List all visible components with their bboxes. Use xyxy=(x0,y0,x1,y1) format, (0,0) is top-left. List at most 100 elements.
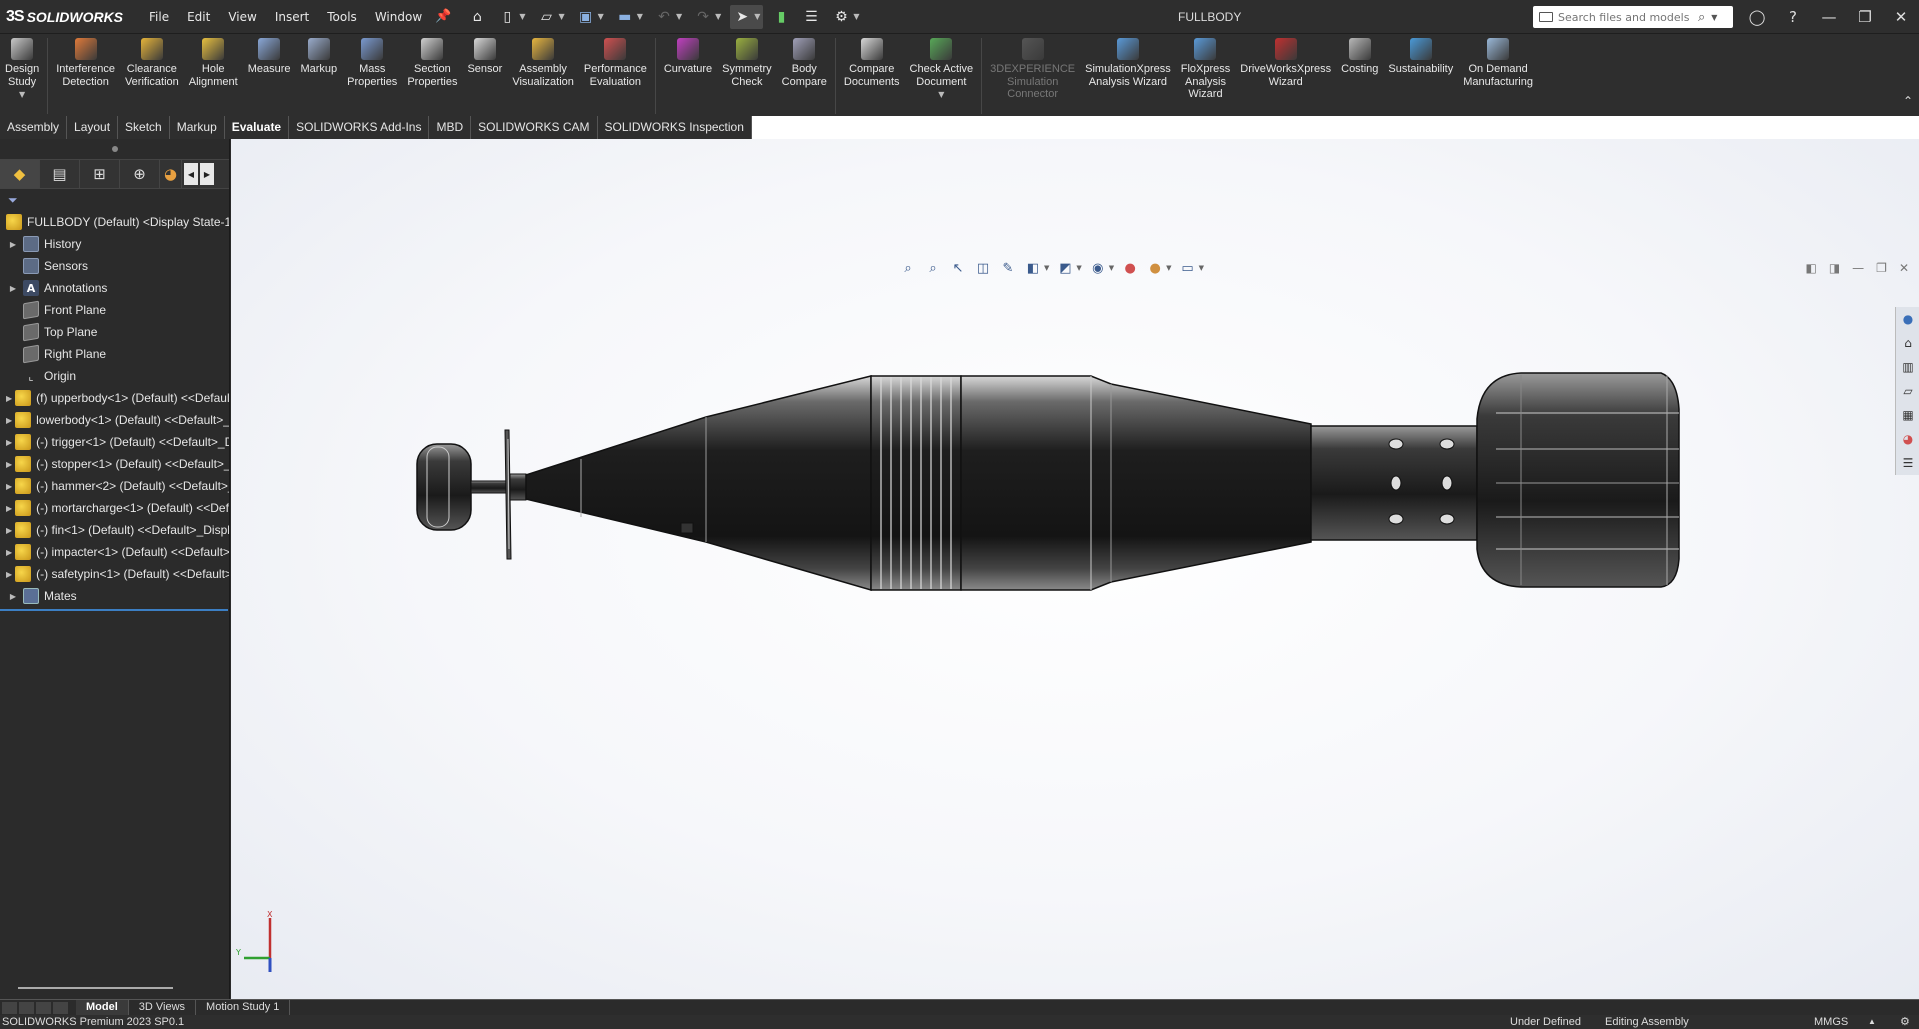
curvature-button[interactable]: Curvature xyxy=(659,38,717,76)
tab-evaluate[interactable]: Evaluate xyxy=(224,116,290,139)
tab-layout[interactable]: Layout xyxy=(67,116,119,139)
zoom-to-fit-icon[interactable]: ⌕ xyxy=(899,259,917,277)
tree-item[interactable]: Front Plane xyxy=(0,299,229,321)
tree-item[interactable]: ▶ Mates xyxy=(0,585,229,607)
tree-item[interactable]: Right Plane xyxy=(0,343,229,365)
floxpress-button[interactable]: FloXpress Analysis Wizard xyxy=(1176,38,1236,101)
tree-filter[interactable]: ⏷ xyxy=(0,189,229,211)
tile-view-icon[interactable]: ◨ xyxy=(1829,261,1840,275)
chevron-down-icon[interactable]: ▼ xyxy=(19,90,25,99)
tab-solidworks-inspection[interactable]: SOLIDWORKS Inspection xyxy=(597,116,752,139)
tree-item[interactable]: ▶ History xyxy=(0,233,229,255)
tree-item[interactable]: ▶ A Annotations xyxy=(0,277,229,299)
measure-button[interactable]: Measure xyxy=(243,38,296,76)
tree-item[interactable]: ▶ (-) fin<1> (Default) <<Default>_Display… xyxy=(0,519,229,541)
ribbed-band[interactable] xyxy=(870,375,962,591)
design-library-icon[interactable]: ▥ xyxy=(1896,355,1919,379)
chevron-down-icon[interactable]: ▼ xyxy=(1711,13,1717,22)
tree-item[interactable]: ▶ (-) safetypin<1> (Default) <<Default>_D… xyxy=(0,563,229,585)
chevron-down-icon[interactable]: ▼ xyxy=(558,12,564,21)
configuration-manager-tab[interactable]: ⊞ xyxy=(80,160,120,188)
chevron-down-icon[interactable]: ▼ xyxy=(853,12,859,21)
expand-arrow-icon[interactable]: ▶ xyxy=(6,526,12,535)
check-active-document-button[interactable]: Check Active Document ▼ xyxy=(905,38,979,99)
simulationxpress-button[interactable]: SimulationXpress Analysis Wizard xyxy=(1080,38,1176,88)
chevron-down-icon[interactable]: ▼ xyxy=(598,12,604,21)
tab-assembly[interactable]: Assembly xyxy=(0,116,68,139)
new-document-button[interactable]: ▯ ▼ xyxy=(495,5,528,29)
fin-part[interactable] xyxy=(1476,372,1680,588)
home-button[interactable]: ⌂ xyxy=(465,5,489,29)
restore-icon[interactable]: ❐ xyxy=(1847,8,1883,26)
viewport-minimize-icon[interactable]: — xyxy=(1852,261,1864,275)
chevron-down-icon[interactable]: ▼ xyxy=(1109,264,1114,272)
expand-arrow-icon[interactable]: ▶ xyxy=(6,460,12,469)
solidworks-resources-icon[interactable]: ● xyxy=(1896,307,1919,331)
search-input[interactable] xyxy=(1558,10,1698,24)
property-manager-tab[interactable]: ▤ xyxy=(40,160,80,188)
chevron-down-icon[interactable]: ▼ xyxy=(1166,264,1171,272)
file-explorer-icon[interactable]: ▱ xyxy=(1896,379,1919,403)
help-icon[interactable]: ? xyxy=(1775,8,1811,26)
tab-solidworks-add-ins[interactable]: SOLIDWORKS Add-Ins xyxy=(289,116,430,139)
body-compare-button[interactable]: Body Compare xyxy=(777,38,832,88)
redo-button[interactable]: ↷ ▼ xyxy=(691,5,724,29)
tab-first-icon[interactable] xyxy=(2,1001,17,1014)
assembly-visualization-button[interactable]: Assembly Visualization xyxy=(507,38,579,88)
section-properties-button[interactable]: Section Properties xyxy=(402,38,462,88)
tree-item[interactable]: ▶ (-) stopper<1> (Default) <<Default>_Dis… xyxy=(0,453,229,475)
tab-next-icon[interactable] xyxy=(36,1001,51,1014)
costing-button[interactable]: Costing xyxy=(1336,38,1383,76)
zoom-to-area-icon[interactable]: ⌕ xyxy=(924,259,942,277)
tab-solidworks-cam[interactable]: SOLIDWORKS CAM xyxy=(471,116,598,139)
viewport-close-icon[interactable]: ✕ xyxy=(1899,261,1909,275)
status-settings-icon[interactable]: ⚙ xyxy=(1900,1015,1910,1029)
tree-item[interactable]: ▶ (-) impacter<1> (Default) <<Default>_Di… xyxy=(0,541,229,563)
tree-item[interactable]: Top Plane xyxy=(0,321,229,343)
search-box[interactable]: ⌕ ▼ xyxy=(1533,6,1733,28)
display-manager-tab[interactable]: ◕ xyxy=(160,160,182,188)
tree-item[interactable]: ▶ (-) mortarcharge<1> (Default) <<Default… xyxy=(0,497,229,519)
hole-alignment-button[interactable]: Hole Alignment xyxy=(184,38,243,88)
expand-arrow-icon[interactable]: ▶ xyxy=(6,570,12,579)
chevron-down-icon[interactable]: ▼ xyxy=(754,12,760,21)
expand-arrow-icon[interactable]: ▶ xyxy=(6,482,12,491)
expand-arrow-icon[interactable]: ▶ xyxy=(6,240,20,249)
tree-item[interactable]: ⌞ Origin xyxy=(0,365,229,387)
dimxpert-manager-tab[interactable]: ⊕ xyxy=(120,160,160,188)
chevron-down-icon[interactable]: ▼ xyxy=(1044,264,1049,272)
3dexperience-button[interactable]: 3DEXPERIENCE Simulation Connector xyxy=(985,38,1080,101)
expand-arrow-icon[interactable]: ▶ xyxy=(6,504,12,513)
edit-appearance-icon[interactable]: ● xyxy=(1121,259,1139,277)
appearances-icon[interactable]: ◕ xyxy=(1896,427,1919,451)
view-settings-icon[interactable]: ▭ xyxy=(1179,259,1197,277)
mortarcharge-part[interactable] xyxy=(1310,425,1478,541)
tab-prev-icon[interactable] xyxy=(19,1001,34,1014)
driveworksxpress-button[interactable]: DriveWorksXpress Wizard xyxy=(1235,38,1336,88)
save-button[interactable]: ▣ ▼ xyxy=(574,5,607,29)
user-icon[interactable]: ◯ xyxy=(1739,8,1775,26)
panel-tab-left-arrow[interactable]: ◀ xyxy=(184,163,198,185)
pin-icon[interactable]: 📌 xyxy=(435,0,451,34)
expand-arrow-icon[interactable]: ▶ xyxy=(6,416,12,425)
chevron-up-icon[interactable]: ▲ xyxy=(1868,1015,1876,1029)
previous-view-icon[interactable]: ↖ xyxy=(949,259,967,277)
undo-button[interactable]: ↶ ▼ xyxy=(652,5,685,29)
expand-arrow-icon[interactable]: ▶ xyxy=(6,394,12,403)
chevron-down-icon[interactable]: ▼ xyxy=(676,12,682,21)
home-tab-icon[interactable]: ⌂ xyxy=(1896,331,1919,355)
clearance-verification-button[interactable]: Clearance Verification xyxy=(120,38,184,88)
mass-properties-button[interactable]: Mass Properties xyxy=(342,38,402,88)
hide-show-items-icon[interactable]: ◉ xyxy=(1089,259,1107,277)
impacter-part[interactable] xyxy=(416,443,472,531)
custom-properties-icon[interactable]: ☰ xyxy=(1896,451,1919,475)
chevron-down-icon[interactable]: ▼ xyxy=(1076,264,1081,272)
menu-insert[interactable]: Insert xyxy=(266,0,318,34)
sustainability-button[interactable]: Sustainability xyxy=(1383,38,1458,76)
rollback-bar[interactable] xyxy=(0,609,228,611)
tree-item[interactable]: ▶ (-) trigger<1> (Default) <<Default>_Dis… xyxy=(0,431,229,453)
file-properties-button[interactable]: ☰ xyxy=(799,5,823,29)
design-study-button[interactable]: Design Study ▼ xyxy=(0,38,44,99)
panel-tab-right-arrow[interactable]: ▶ xyxy=(200,163,214,185)
lowerbody-part[interactable] xyxy=(960,375,1312,591)
